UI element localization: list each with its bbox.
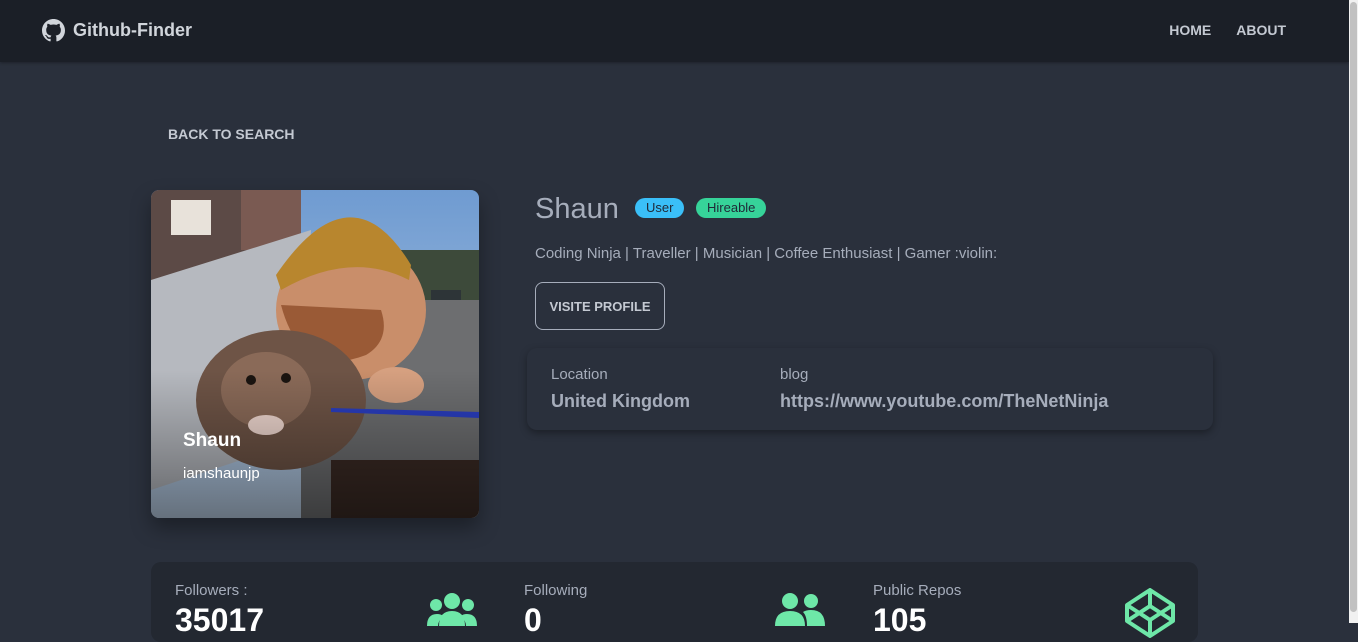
avatar-card: Shaun iamshaunjp [151, 190, 479, 518]
location-label: Location [551, 366, 608, 383]
profile-name: Shaun [535, 193, 619, 225]
brand-link[interactable]: Github-Finder [42, 19, 192, 42]
followers-value: 35017 [175, 602, 264, 638]
users-icon [427, 593, 477, 626]
profile-details-card: Location United Kingdom blog https://www… [527, 348, 1213, 430]
back-to-search-link[interactable]: BACK TO SEARCH [168, 126, 295, 142]
codepen-icon [1125, 588, 1175, 638]
nav-links: HOME ABOUT [1169, 22, 1286, 38]
following-value: 0 [524, 602, 542, 638]
scrollbar-thumb[interactable] [1350, 2, 1357, 612]
followers-label: Followers : [175, 582, 248, 599]
nav-home-link[interactable]: HOME [1169, 22, 1211, 38]
avatar-login: iamshaunjp [183, 465, 260, 482]
brand-title: Github-Finder [73, 20, 192, 40]
blog-label: blog [780, 366, 809, 383]
blog-link[interactable]: https://www.youtube.com/TheNetNinja [780, 391, 1108, 412]
profile-bio: Coding Ninja | Traveller | Musician | Co… [535, 245, 998, 262]
github-stats-card: Followers : 35017 Following 0 Public Rep… [151, 562, 1198, 642]
user-type-badge: User [635, 198, 685, 218]
page-scrollbar[interactable] [1349, 0, 1358, 623]
hireable-badge: Hireable [696, 198, 767, 218]
nav-about-link[interactable]: ABOUT [1236, 22, 1286, 38]
navbar: Github-Finder HOME ABOUT [0, 0, 1349, 62]
user-friends-icon [775, 593, 825, 626]
following-label: Following [524, 582, 588, 599]
visit-profile-button[interactable]: VISITE PROFILE [535, 282, 665, 330]
location-value: United Kingdom [551, 391, 690, 411]
github-icon [42, 19, 65, 42]
repos-label: Public Repos [873, 582, 962, 599]
repos-value: 105 [873, 602, 927, 638]
avatar-name: Shaun [183, 430, 242, 451]
